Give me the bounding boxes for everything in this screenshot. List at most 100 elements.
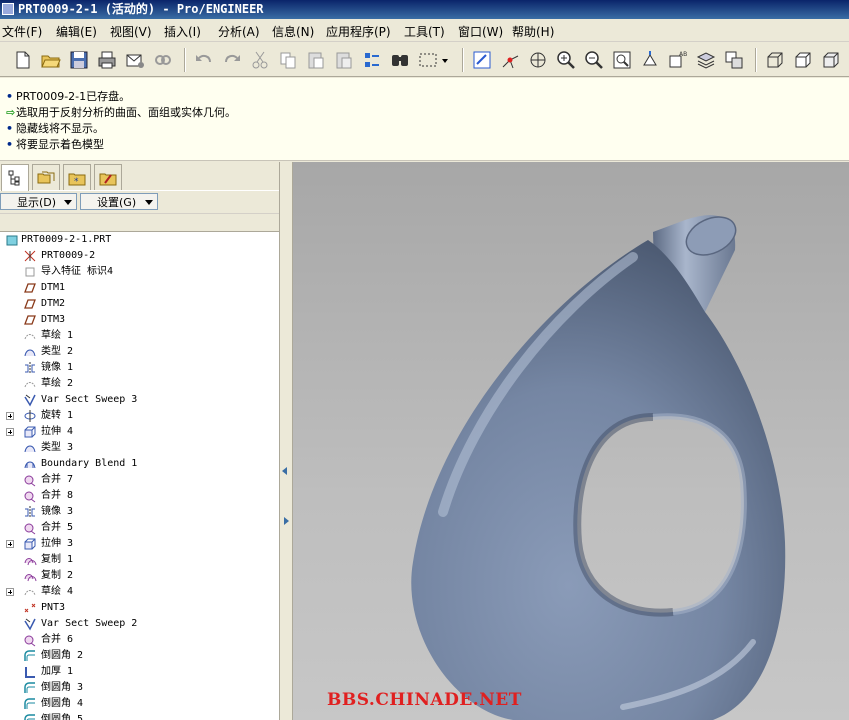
send-mail-icon[interactable] (124, 49, 146, 71)
tree-item[interactable]: 倒圆角 3 (0, 680, 279, 696)
reorient-icon[interactable] (639, 49, 661, 71)
tree-item[interactable]: 类型 2 (0, 344, 279, 360)
tree-item[interactable]: 倒圆角 5 (0, 712, 279, 720)
selection-dropdown-icon[interactable] (440, 49, 450, 71)
paste-icon (305, 49, 327, 71)
menu-file[interactable]: 文件(F) (2, 23, 42, 40)
hidden-line-icon[interactable] (792, 49, 814, 71)
tree-item-label: 草绘 2 (41, 378, 74, 389)
tree-item[interactable]: DTM2 (0, 296, 279, 312)
prompt-arrow-icon: ⇨ (6, 106, 16, 119)
new-file-icon[interactable] (12, 49, 34, 71)
menu-edit[interactable]: 编辑(E) (56, 23, 97, 40)
tree-item[interactable]: 草绘 4 (0, 584, 279, 600)
menu-help[interactable]: 帮助(H) (512, 23, 554, 40)
tree-item[interactable]: DTM1 (0, 280, 279, 296)
panel-splitter[interactable] (280, 162, 293, 720)
tree-item[interactable]: 导入特征 标识4 (0, 264, 279, 280)
orient-mode-icon[interactable] (527, 49, 549, 71)
regenerate-icon[interactable] (361, 49, 383, 71)
tree-item[interactable]: 合并 8 (0, 488, 279, 504)
menu-window[interactable]: 窗口(W) (458, 23, 503, 40)
toolbar-separator (184, 48, 186, 72)
expand-toggle-icon[interactable] (6, 412, 14, 420)
tree-item-label: 复制 1 (41, 554, 74, 565)
wireframe-icon[interactable] (764, 49, 786, 71)
title-bar: PRT0009-2-1 (活动的) - Pro/ENGINEER (0, 0, 849, 19)
mirror-icon (23, 361, 37, 375)
csys-icon (23, 249, 37, 263)
tree-item[interactable]: 倒圆角 4 (0, 696, 279, 712)
collapse-left-icon[interactable] (282, 467, 287, 475)
expand-right-icon[interactable] (284, 517, 289, 525)
tree-item[interactable]: Var Sect Sweep 3 (0, 392, 279, 408)
datum-plane-icon (23, 313, 37, 327)
tree-item[interactable]: Var Sect Sweep 2 (0, 616, 279, 632)
tree-item[interactable]: 复制 2 (0, 568, 279, 584)
menu-tools[interactable]: 工具(T) (404, 23, 445, 40)
menu-applications[interactable]: 应用程序(P) (326, 23, 391, 40)
select-box-icon[interactable] (417, 49, 439, 71)
tree-item[interactable]: 草绘 1 (0, 328, 279, 344)
expand-toggle-icon[interactable] (6, 540, 14, 548)
tab-connections[interactable] (94, 164, 122, 190)
shaded-vase-model[interactable] (293, 162, 849, 720)
tab-folder-browser[interactable] (32, 164, 60, 190)
tree-item[interactable]: 合并 6 (0, 632, 279, 648)
tree-item[interactable]: 旋转 1 (0, 408, 279, 424)
zoom-in-icon[interactable] (555, 49, 577, 71)
tree-item-label: Boundary Blend 1 (41, 458, 138, 469)
layers-icon[interactable] (695, 49, 717, 71)
no-hidden-icon[interactable] (820, 49, 842, 71)
merge-icon (23, 473, 37, 487)
tree-item[interactable]: 复制 1 (0, 552, 279, 568)
tree-item[interactable]: 草绘 2 (0, 376, 279, 392)
menu-insert[interactable]: 插入(I) (164, 23, 201, 40)
tree-item[interactable]: PRT0009-2 (0, 248, 279, 264)
menu-info[interactable]: 信息(N) (272, 23, 314, 40)
tree-item[interactable]: Boundary Blend 1 (0, 456, 279, 472)
zoom-out-icon[interactable] (583, 49, 605, 71)
tree-item[interactable]: 类型 3 (0, 440, 279, 456)
send-link-icon (152, 49, 174, 71)
tree-item-label: 导入特征 标识4 (41, 266, 114, 277)
save-icon[interactable] (68, 49, 90, 71)
main-toolbar: AB (0, 43, 849, 77)
tree-item-label: PRT0009-2 (41, 250, 96, 261)
part-icon (5, 233, 19, 247)
tree-item[interactable]: DTM3 (0, 312, 279, 328)
tree-item[interactable]: 合并 5 (0, 520, 279, 536)
round-icon (23, 681, 37, 695)
tree-item[interactable]: 倒圆角 2 (0, 648, 279, 664)
tree-item[interactable]: PRT0009-2-1.PRT (0, 232, 279, 248)
menu-analysis[interactable]: 分析(A) (218, 23, 260, 40)
tree-item[interactable]: 镜像 1 (0, 360, 279, 376)
spin-center-icon[interactable] (499, 49, 521, 71)
refit-icon[interactable] (611, 49, 633, 71)
saved-views-icon[interactable]: AB (667, 49, 689, 71)
view-manager-icon[interactable] (723, 49, 745, 71)
message-area: • PRT0009-2-1已存盘。 ⇨选取用于反射分析的曲面、面组或实体几何。 •… (0, 78, 849, 161)
expand-toggle-icon[interactable] (6, 428, 14, 436)
repaint-icon[interactable] (471, 49, 493, 71)
expand-toggle-icon[interactable] (6, 588, 14, 596)
merge-icon (23, 521, 37, 535)
tab-favorites[interactable]: * (63, 164, 91, 190)
print-icon[interactable] (96, 49, 118, 71)
find-icon[interactable] (389, 49, 411, 71)
tree-item[interactable]: 合并 7 (0, 472, 279, 488)
show-dropdown[interactable]: 显示(D) (0, 193, 77, 210)
graphics-window[interactable] (293, 162, 849, 720)
menu-view[interactable]: 视图(V) (110, 23, 152, 40)
tree-item[interactable]: 镜像 3 (0, 504, 279, 520)
tree-item[interactable]: PNT3 (0, 600, 279, 616)
chevron-down-icon (64, 200, 72, 205)
tab-model-tree[interactable] (1, 164, 29, 191)
tree-item[interactable]: 加厚 1 (0, 664, 279, 680)
settings-dropdown[interactable]: 设置(G) (80, 193, 158, 210)
tree-item[interactable]: 拉伸 4 (0, 424, 279, 440)
tree-item-label: PNT3 (41, 602, 66, 613)
tree-item[interactable]: 拉伸 3 (0, 536, 279, 552)
open-file-icon[interactable] (40, 49, 62, 71)
extrude-icon (23, 537, 37, 551)
